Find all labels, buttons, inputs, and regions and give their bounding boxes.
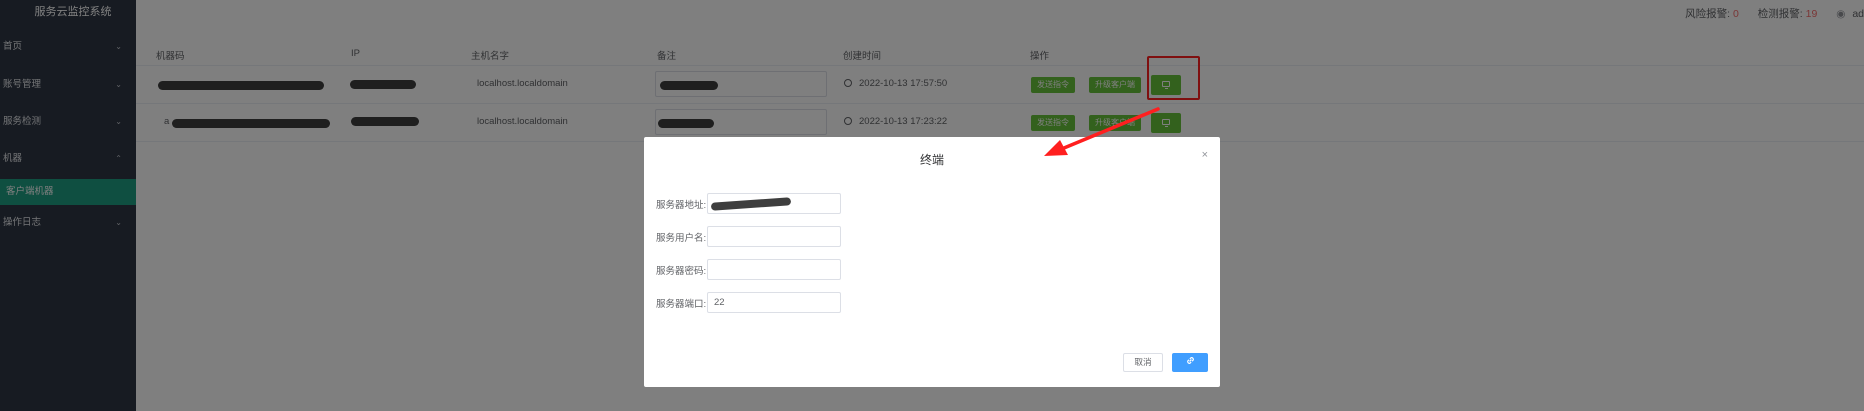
connect-button[interactable] bbox=[1172, 353, 1208, 372]
dialog-title: 终端 bbox=[919, 153, 944, 167]
server-username-input[interactable] bbox=[707, 226, 841, 247]
close-icon[interactable]: × bbox=[1202, 149, 1208, 161]
link-icon bbox=[1186, 357, 1194, 364]
cancel-button[interactable]: 取消 bbox=[1123, 353, 1163, 372]
terminal-dialog: 终端 × 服务器地址: 服务用户名: 服务器密码: 服务器端口: 取消 bbox=[644, 137, 1220, 387]
server-password-input[interactable] bbox=[707, 259, 841, 280]
server-password-label: 服务器密码: bbox=[656, 266, 707, 277]
server-port-label: 服务器端口: bbox=[656, 299, 707, 310]
server-port-input[interactable] bbox=[707, 292, 841, 313]
server-address-label: 服务器地址: bbox=[656, 200, 707, 211]
server-username-label: 服务用户名: bbox=[656, 233, 707, 244]
